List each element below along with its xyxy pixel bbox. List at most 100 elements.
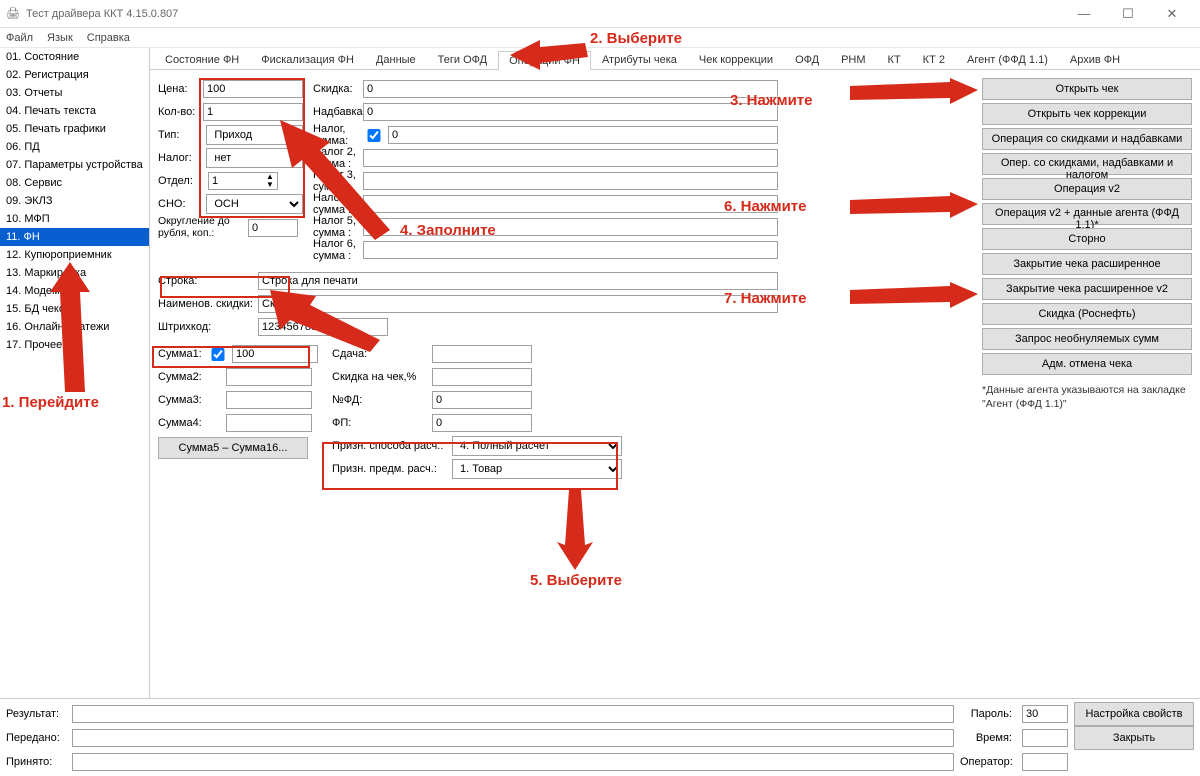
change-input[interactable]	[432, 345, 532, 363]
tax-sum-input[interactable]	[388, 126, 778, 144]
maximize-button[interactable]: ☐	[1106, 6, 1150, 22]
stroka-input[interactable]	[258, 272, 778, 290]
tab[interactable]: Состояние ФН	[154, 50, 250, 69]
storno-button[interactable]: Сторно	[982, 228, 1192, 250]
qty-label: Кол-во:	[158, 106, 203, 118]
tab[interactable]: Чек коррекции	[688, 50, 784, 69]
pass-label: Пароль:	[960, 708, 1016, 720]
barcode-label: Штрихкод:	[158, 321, 258, 333]
tab[interactable]: Атрибуты чека	[591, 50, 688, 69]
open-check-button[interactable]: Открыть чек	[982, 78, 1192, 100]
op-disc-tax-button[interactable]: Опер. со скидками, надбавками и налогом	[982, 153, 1192, 175]
window-title: Тест драйвера ККТ 4.15.0.807	[26, 8, 178, 20]
tax3-input[interactable]	[363, 172, 778, 190]
sidebar-item[interactable]: 09. ЭКЛЗ	[0, 192, 149, 210]
sidebar-item[interactable]: 12. Купюроприемник	[0, 246, 149, 264]
close-button[interactable]: ✕	[1150, 6, 1194, 22]
tab[interactable]: Данные	[365, 50, 427, 69]
tab[interactable]: Операции ФН	[498, 51, 591, 70]
sidebar-item[interactable]: 17. Прочее	[0, 336, 149, 354]
sum3-input[interactable]	[226, 391, 312, 409]
menu-lang[interactable]: Язык	[47, 32, 73, 44]
tab[interactable]: Теги ОФД	[427, 50, 498, 69]
settings-button[interactable]: Настройка свойств	[1074, 702, 1194, 726]
close-app-button[interactable]: Закрыть	[1074, 726, 1194, 750]
sidebar-item[interactable]: 16. Онлайн платежи	[0, 318, 149, 336]
sidebar-item[interactable]: 13. Маркировка	[0, 264, 149, 282]
close-ext-button[interactable]: Закрытие чека расширенное	[982, 253, 1192, 275]
sign-method-select[interactable]: 4. Полный расчет	[452, 436, 622, 456]
sum1-check[interactable]	[211, 348, 225, 361]
menu-help[interactable]: Справка	[87, 32, 130, 44]
disc-label: Скидка:	[313, 83, 363, 95]
nfd-input[interactable]	[432, 391, 532, 409]
op-v2-button[interactable]: Операция v2	[982, 178, 1192, 200]
tax-select[interactable]: нет	[206, 148, 303, 168]
minimize-button[interactable]: —	[1062, 6, 1106, 21]
sum1-label: Сумма1:	[158, 348, 207, 360]
sidebar-item[interactable]: 15. БД чеков	[0, 300, 149, 318]
sidebar-item[interactable]: 01. Состояние	[0, 48, 149, 66]
fp-label: ФП:	[332, 417, 432, 429]
tax-sum-check[interactable]	[367, 129, 381, 142]
tab[interactable]: РНМ	[830, 50, 876, 69]
tax2-input[interactable]	[363, 149, 778, 167]
sum2-input[interactable]	[226, 368, 312, 386]
sno-select[interactable]: ОСН	[206, 194, 303, 214]
tab[interactable]: КТ 2	[912, 50, 956, 69]
sum-more-button[interactable]: Сумма5 – Сумма16...	[158, 437, 308, 459]
result-label: Результат:	[6, 708, 66, 720]
pass-input[interactable]	[1022, 705, 1068, 723]
menu-file[interactable]: Файл	[6, 32, 33, 44]
sidebar-item[interactable]: 14. Модем	[0, 282, 149, 300]
sidebar-item[interactable]: 05. Печать графики	[0, 120, 149, 138]
disc-rn-button[interactable]: Скидка (Роснефть)	[982, 303, 1192, 325]
tab[interactable]: Фискализация ФН	[250, 50, 365, 69]
type-select[interactable]: Приход	[206, 125, 303, 145]
qty-input[interactable]	[203, 103, 303, 121]
sidebar-item[interactable]: 06. ПД	[0, 138, 149, 156]
sent-label: Передано:	[6, 732, 66, 744]
menubar: Файл Язык Справка	[0, 28, 1200, 48]
tab[interactable]: КТ	[877, 50, 912, 69]
req-sum-button[interactable]: Запрос необнуляемых сумм	[982, 328, 1192, 350]
price-input[interactable]	[203, 80, 303, 98]
tab[interactable]: ОФД	[784, 50, 830, 69]
disc-name-input[interactable]	[258, 295, 778, 313]
sidebar-item[interactable]: 07. Параметры устройства	[0, 156, 149, 174]
dept-spinner[interactable]: 1▲▼	[208, 172, 278, 190]
op-v2-agent-button[interactable]: Операция v2 + данные агента (ФФД 1.1)*	[982, 203, 1192, 225]
titlebar: 🖨 Тест драйвера ККТ 4.15.0.807 — ☐ ✕	[0, 0, 1200, 28]
close-ext-v2-button[interactable]: Закрытие чека расширенное v2	[982, 278, 1192, 300]
sidebar-item[interactable]: 03. Отчеты	[0, 84, 149, 102]
adm-cancel-button[interactable]: Адм. отмена чека	[982, 353, 1192, 375]
surch-input[interactable]	[363, 103, 778, 121]
sidebar-item[interactable]: 08. Сервис	[0, 174, 149, 192]
disc-chk-input[interactable]	[432, 368, 532, 386]
round-input[interactable]	[248, 219, 298, 237]
sidebar-item[interactable]: 11. ФН	[0, 228, 149, 246]
time-input[interactable]	[1022, 729, 1068, 747]
sign-subj-select[interactable]: 1. Товар	[452, 459, 622, 479]
tax4-input[interactable]	[363, 195, 778, 213]
stroka-label: Строка:	[158, 275, 258, 287]
disc-input[interactable]	[363, 80, 778, 98]
tab[interactable]: Архив ФН	[1059, 50, 1131, 69]
tab[interactable]: Агент (ФФД 1.1)	[956, 50, 1059, 69]
time-label: Время:	[960, 732, 1016, 744]
sum4-input[interactable]	[226, 414, 312, 432]
sidebar-item[interactable]: 02. Регистрация	[0, 66, 149, 84]
sidebar-item[interactable]: 10. МФП	[0, 210, 149, 228]
sidebar-item[interactable]: 04. Печать текста	[0, 102, 149, 120]
dept-label: Отдел:	[158, 175, 208, 187]
oper-input[interactable]	[1022, 753, 1068, 771]
fp-input[interactable]	[432, 414, 532, 432]
tax6-input[interactable]	[363, 241, 778, 259]
tax5-input[interactable]	[363, 218, 778, 236]
op-disc-button[interactable]: Операция со скидками и надбавками	[982, 128, 1192, 150]
nfd-label: №ФД:	[332, 394, 432, 406]
sum3-label: Сумма3:	[158, 394, 208, 406]
open-corr-button[interactable]: Открыть чек коррекции	[982, 103, 1192, 125]
sum1-input[interactable]	[232, 345, 318, 363]
barcode-input[interactable]	[258, 318, 388, 336]
